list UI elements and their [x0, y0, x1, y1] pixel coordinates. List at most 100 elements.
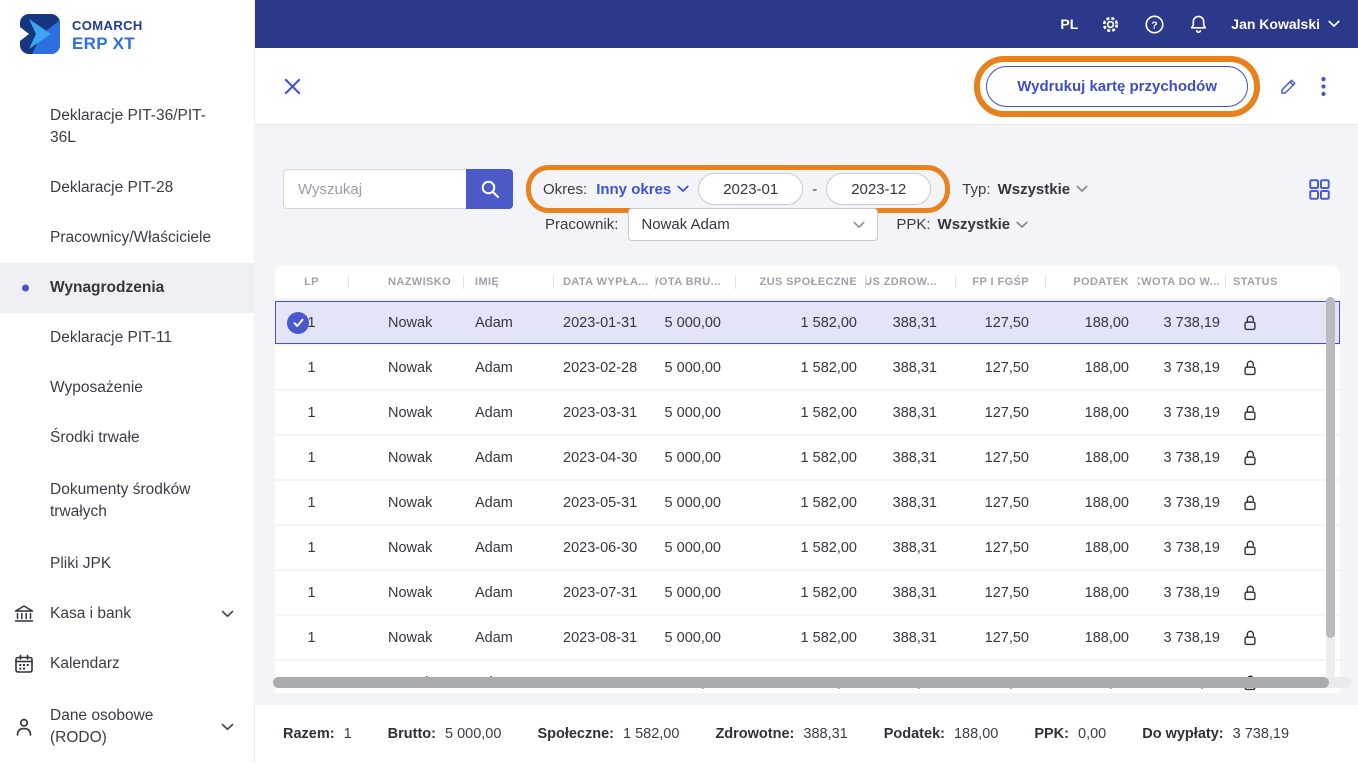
- sidebar-item[interactable]: Dane osobowe (RODO): [0, 689, 254, 763]
- table-row[interactable]: 1 Nowak Adam 2023-01-31 5 000,00 1 582,00 388,…: [275, 301, 1340, 344]
- column-header[interactable]: IMIĘ: [463, 266, 553, 298]
- payroll-table: LPNAZWISKOIMIĘDATA WYPŁA...KWOTA BRU...Z…: [275, 266, 1340, 693]
- print-income-card-button[interactable]: Wydrukuj kartę przychodów: [986, 65, 1248, 107]
- column-header[interactable]: ZUS ZDROW...: [865, 266, 955, 298]
- vertical-scrollbar-track: [1326, 297, 1335, 679]
- filters-row-1: Okres: Inny okres - Typ: Wszystkie: [283, 165, 1330, 213]
- column-header[interactable]: STATUS: [1225, 266, 1340, 298]
- cell-kwota_do_wyplaty: 3 738,19: [1163, 314, 1220, 331]
- ppk-dropdown[interactable]: Wszystkie: [938, 216, 1029, 233]
- sidebar-item[interactable]: Deklaracje PIT-36/PIT-36L: [0, 91, 254, 163]
- cell-data_wyplaty: 2023-03-31: [563, 404, 638, 421]
- table-row[interactable]: 1 Nowak Adam 2023-02-28 5 000,00 1 582,00 388,…: [275, 346, 1340, 389]
- period-dropdown[interactable]: Inny okres: [596, 181, 689, 198]
- column-header[interactable]: KWOTA BRU...: [655, 266, 735, 298]
- sidebar-item[interactable]: Wynagrodzenia: [0, 263, 254, 313]
- search-button[interactable]: [466, 169, 513, 209]
- chevron-down-icon: [1016, 221, 1028, 228]
- main-area: PL ? Jan Kowalski Wydrukuj kartę przycho…: [255, 0, 1358, 763]
- sidebar-item[interactable]: Wyposażenie: [0, 363, 254, 413]
- cell-lp: 1: [307, 359, 316, 376]
- summary-label: Podatek:: [883, 726, 945, 742]
- language-selector[interactable]: PL: [1060, 16, 1078, 32]
- table-row[interactable]: 1 Nowak Adam 2023-06-30 5 000,00 1 582,00 388,…: [275, 526, 1340, 569]
- column-header[interactable]: FP I FGŚP: [955, 266, 1045, 298]
- cell-fp_i_fgsp: 127,50: [984, 314, 1029, 331]
- help-icon[interactable]: ?: [1143, 13, 1166, 36]
- cell-nazwisko: Nowak: [388, 584, 433, 601]
- sidebar-item[interactable]: Kalendarz: [0, 639, 254, 689]
- column-header[interactable]: ZUS SPOŁECZNE: [735, 266, 865, 298]
- active-bullet: [22, 284, 29, 292]
- column-header[interactable]: PODATEK: [1045, 266, 1137, 298]
- search-input[interactable]: [283, 169, 466, 209]
- cell-kwota_brutto: 5 000,00: [664, 359, 721, 376]
- sidebar-item[interactable]: Deklaracje PIT-28: [0, 163, 254, 213]
- summary-item: Brutto: 5 000,00: [388, 726, 502, 742]
- sidebar-item-label: Deklaracje PIT-28: [50, 179, 174, 196]
- ppk-filter: PPK: Wszystkie: [896, 216, 1028, 233]
- search-icon: [481, 180, 499, 198]
- sidebar-item-label: Dane osobowe (RODO): [50, 707, 154, 746]
- column-header[interactable]: NAZWISKO: [348, 266, 463, 298]
- sidebar-item[interactable]: Dokumenty środków trwałych: [0, 463, 254, 539]
- cell-kwota_do_wyplaty: 3 738,19: [1163, 584, 1220, 601]
- brand-logo[interactable]: COMARCH ERP XT: [0, 0, 254, 60]
- horizontal-scrollbar[interactable]: [273, 677, 1329, 688]
- column-header[interactable]: DATA WYPŁA...: [553, 266, 655, 298]
- cell-nazwisko: Nowak: [388, 449, 433, 466]
- sidebar-item[interactable]: Deklaracje PIT-11: [0, 313, 254, 363]
- horizontal-scrollbar-track: [273, 677, 1352, 688]
- employee-select[interactable]: Nowak Adam: [628, 208, 879, 241]
- table-row[interactable]: 1 Nowak Adam 2023-07-31 5 000,00 1 582,00 388,…: [275, 571, 1340, 614]
- cell-zus_spoleczne: 1 582,00: [800, 494, 857, 511]
- gear-icon[interactable]: [1099, 13, 1122, 36]
- cell-fp_i_fgsp: 127,50: [984, 494, 1029, 511]
- date-from-input[interactable]: [698, 173, 804, 205]
- column-header[interactable]: KWOTA DO W...: [1137, 266, 1225, 298]
- cell-kwota_brutto: 5 000,00: [664, 494, 721, 511]
- cell-imie: Adam: [475, 629, 513, 646]
- cell-lp: 1: [307, 449, 316, 466]
- lock-open-icon: [1243, 629, 1257, 647]
- selected-check-icon[interactable]: [287, 311, 309, 334]
- bell-icon[interactable]: [1187, 13, 1210, 36]
- table-row[interactable]: 1 Nowak Adam 2023-04-30 5 000,00 1 582,00 388,…: [275, 436, 1340, 479]
- summary-value: 1 582,00: [622, 726, 680, 742]
- pencil-icon[interactable]: [1278, 76, 1299, 97]
- cell-status: [1225, 436, 1340, 479]
- sidebar-item[interactable]: Pracownicy/Właściciele: [0, 213, 254, 263]
- user-menu[interactable]: Jan Kowalski: [1231, 16, 1340, 32]
- more-options-icon[interactable]: [1317, 76, 1330, 96]
- cell-fp_i_fgsp: 127,50: [984, 629, 1029, 646]
- cell-zus_zdrowotne: 388,31: [892, 404, 937, 421]
- vertical-scrollbar[interactable]: [1326, 297, 1335, 638]
- grid-view-icon[interactable]: [1309, 178, 1330, 200]
- table-row[interactable]: 1 Nowak Adam 2023-05-31 5 000,00 1 582,00 388,…: [275, 481, 1340, 524]
- ppk-value: Wszystkie: [937, 216, 1011, 233]
- sidebar-item[interactable]: Pliki JPK: [0, 539, 254, 589]
- summary-value: 188,00: [953, 726, 999, 742]
- sidebar-item[interactable]: Kasa i bank: [0, 589, 254, 639]
- summary-item: Do wypłaty: 3 738,19: [1142, 726, 1289, 742]
- table-row[interactable]: 1 Nowak Adam 2023-08-31 5 000,00 1 582,00 388,…: [275, 616, 1340, 659]
- sidebar-item[interactable]: Środki trwałe: [0, 413, 254, 463]
- cell-podatek: 188,00: [1084, 449, 1129, 466]
- period-value: Inny okres: [596, 180, 672, 198]
- cell-zus_zdrowotne: 388,31: [892, 584, 937, 601]
- column-header[interactable]: LP: [275, 266, 348, 298]
- cell-fp_i_fgsp: 127,50: [984, 359, 1029, 376]
- summary-label: PPK:: [1034, 726, 1069, 742]
- comarch-logo-icon: [20, 13, 60, 59]
- cell-podatek: 188,00: [1084, 539, 1129, 556]
- table-row[interactable]: 1 Nowak Adam 2023-03-31 5 000,00 1 582,00 388,…: [275, 391, 1340, 434]
- sidebar-item-label: Środki trwałe: [50, 429, 140, 446]
- cell-zus_zdrowotne: 388,31: [892, 539, 937, 556]
- close-icon[interactable]: [283, 77, 302, 96]
- lock-open-icon: [1243, 539, 1257, 557]
- cell-lp: 1: [307, 629, 316, 646]
- sidebar-item-label: Wyposażenie: [50, 379, 143, 396]
- cell-data_wyplaty: 2023-06-30: [563, 539, 638, 556]
- date-to-input[interactable]: [826, 173, 932, 205]
- type-dropdown[interactable]: Wszystkie: [998, 181, 1089, 198]
